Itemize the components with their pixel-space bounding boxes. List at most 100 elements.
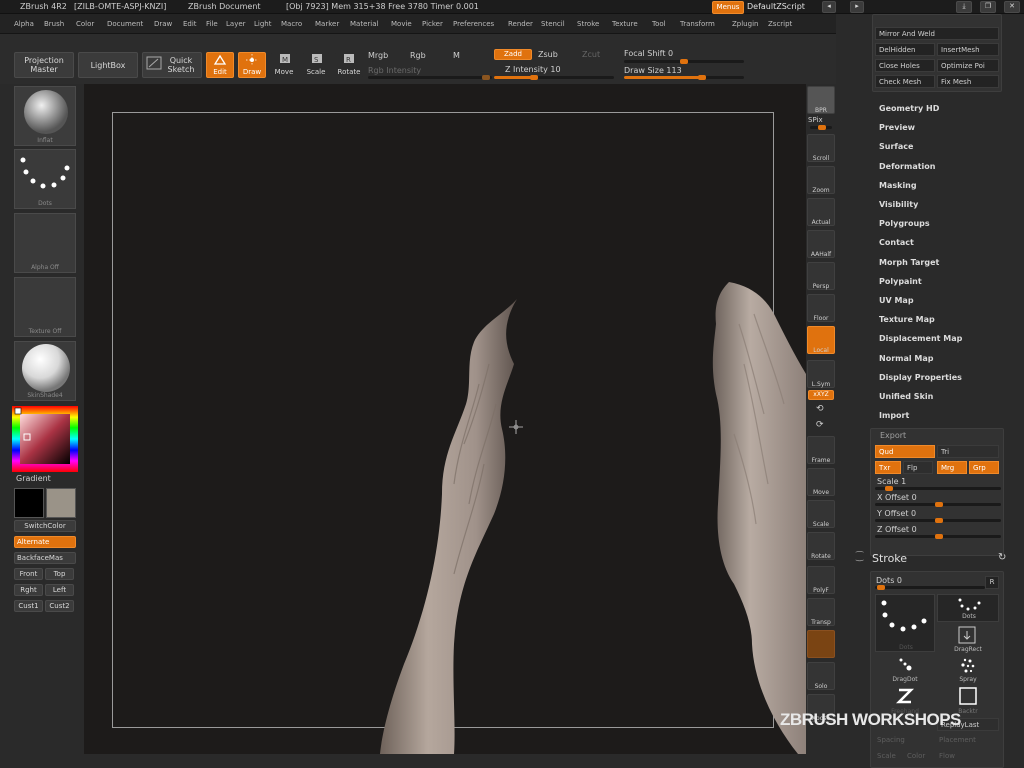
lsym-button[interactable]: L.Sym <box>807 360 835 388</box>
bpr-button[interactable]: BPR <box>807 86 835 114</box>
z-intensity-track[interactable] <box>494 75 614 80</box>
rgb-button[interactable]: Rgb <box>410 51 426 60</box>
dragrect-stroke-button[interactable]: DragRect <box>937 626 999 653</box>
rotate-z-icon[interactable]: ⟳ <box>816 420 824 430</box>
menu-layer[interactable]: Layer <box>226 20 246 28</box>
menu-brush[interactable]: Brush <box>44 20 64 28</box>
menu-tool[interactable]: Tool <box>652 20 666 28</box>
spix-track[interactable] <box>810 125 832 130</box>
menu-color[interactable]: Color <box>76 20 94 28</box>
menu-edit[interactable]: Edit <box>183 20 197 28</box>
ghost-button[interactable] <box>807 630 835 658</box>
menu-alpha[interactable]: Alpha <box>14 20 34 28</box>
tool-menu-geometry-hd[interactable]: Geometry HD <box>879 104 939 113</box>
polyf-button[interactable]: PolyF <box>807 566 835 594</box>
dots-track[interactable] <box>875 585 985 590</box>
persp-button[interactable]: Persp <box>807 262 835 290</box>
scale-view-button[interactable]: Scale <box>807 500 835 528</box>
main-color-swatch[interactable] <box>14 488 44 518</box>
dots-stroke-large[interactable]: Dots <box>875 594 935 652</box>
tool-menu-visibility[interactable]: Visibility <box>879 200 918 209</box>
spacing-slider[interactable]: Spacing <box>877 736 905 744</box>
menu-light[interactable]: Light <box>254 20 271 28</box>
z-offset-track[interactable] <box>875 534 1001 539</box>
x-offset-slider[interactable]: X Offset 0 <box>877 493 917 502</box>
restore-icon[interactable]: ❐ <box>980 1 996 13</box>
xyz-symmetry-button[interactable]: xXYZ <box>808 390 834 400</box>
tool-menu-masking[interactable]: Masking <box>879 181 917 190</box>
alternate-button[interactable]: Alternate <box>14 536 76 548</box>
floor-button[interactable]: Floor <box>807 294 835 322</box>
right-view-button[interactable]: Rght <box>14 584 43 596</box>
y-offset-track[interactable] <box>875 518 1001 523</box>
rotate-y-icon[interactable]: ⟲ <box>816 404 824 414</box>
fix-mesh-button[interactable]: Fix Mesh <box>937 75 999 88</box>
qud-button[interactable]: Qud <box>875 445 935 458</box>
hide-icon[interactable]: ⤓ <box>956 1 972 13</box>
default-zscript-button[interactable]: DefaultZScript <box>747 2 805 11</box>
brush-thumbnail[interactable]: Inflat <box>14 86 76 146</box>
tool-menu-morph-target[interactable]: Morph Target <box>879 258 939 267</box>
tool-menu-preview[interactable]: Preview <box>879 123 915 132</box>
mrg-button[interactable]: Mrg <box>937 461 967 474</box>
dots-stroke-small[interactable]: Dots <box>937 594 999 622</box>
check-mesh-button[interactable]: Check Mesh <box>875 75 935 88</box>
aahalf-button[interactable]: AAHalf <box>807 230 835 258</box>
flp-button[interactable]: Flp <box>903 461 933 474</box>
zcut-button[interactable]: Zcut <box>582 50 600 59</box>
switch-color-button[interactable]: SwitchColor <box>14 520 76 532</box>
menus-button[interactable]: Menus <box>712 1 744 14</box>
placement-slider[interactable]: Placement <box>939 736 976 744</box>
menu-render[interactable]: Render <box>508 20 533 28</box>
menu-preferences[interactable]: Preferences <box>453 20 494 28</box>
stroke-palette-title[interactable]: Stroke <box>872 552 907 565</box>
menu-movie[interactable]: Movie <box>391 20 412 28</box>
tool-menu-texture-map[interactable]: Texture Map <box>879 315 935 324</box>
rotate-view-button[interactable]: Rotate <box>807 532 835 560</box>
custom1-view-button[interactable]: Cust1 <box>14 600 43 612</box>
dragdot-stroke-button[interactable]: DragDot <box>875 656 935 683</box>
move-view-button[interactable]: Move <box>807 468 835 496</box>
secondary-color-swatch[interactable] <box>46 488 76 518</box>
alpha-thumbnail[interactable]: Alpha Off <box>14 213 76 273</box>
mirror-and-weld-button[interactable]: Mirror And Weld <box>875 27 999 40</box>
menu-picker[interactable]: Picker <box>422 20 443 28</box>
spray-stroke-button[interactable]: Spray <box>937 656 999 683</box>
focal-shift-track[interactable] <box>624 59 744 64</box>
menu-stencil[interactable]: Stencil <box>541 20 565 28</box>
local-button[interactable]: Local <box>807 326 835 354</box>
tool-menu-polypaint[interactable]: Polypaint <box>879 277 922 286</box>
tool-menu-unified-skin[interactable]: Unified Skin <box>879 392 933 401</box>
spix-slider[interactable]: SPix <box>808 116 823 124</box>
transp-button[interactable]: Transp <box>807 598 835 626</box>
sculpt-model[interactable] <box>84 84 806 754</box>
menu-document[interactable]: Document <box>107 20 143 28</box>
backface-mask-button[interactable]: BackfaceMas <box>14 552 76 564</box>
menu-macro[interactable]: Macro <box>281 20 302 28</box>
stroke-scale-slider[interactable]: Scale <box>877 752 896 760</box>
zoom-button[interactable]: Zoom <box>807 166 835 194</box>
m-button[interactable]: M <box>453 51 460 60</box>
export-scale-slider[interactable]: Scale 1 <box>877 477 906 486</box>
refresh-icon[interactable]: ↻ <box>998 552 1006 563</box>
tool-menu-normal-map[interactable]: Normal Map <box>879 354 933 363</box>
front-view-button[interactable]: Front <box>14 568 43 580</box>
dots-slider[interactable]: Dots 0 <box>876 576 902 585</box>
arrow-left-icon[interactable]: ◂ <box>822 1 836 13</box>
z-offset-slider[interactable]: Z Offset 0 <box>877 525 917 534</box>
menu-zplugin[interactable]: Zplugin <box>732 20 758 28</box>
export-title[interactable]: Export <box>880 431 906 440</box>
y-offset-slider[interactable]: Y Offset 0 <box>877 509 916 518</box>
r-button[interactable]: R <box>985 576 999 589</box>
tool-menu-import[interactable]: Import <box>879 411 909 420</box>
export-scale-track[interactable] <box>875 486 1001 491</box>
menu-marker[interactable]: Marker <box>315 20 339 28</box>
menu-stroke[interactable]: Stroke <box>577 20 599 28</box>
rgb-intensity-slider[interactable]: Rgb Intensity <box>368 66 421 75</box>
material-thumbnail[interactable]: SkinShade4 <box>14 341 76 401</box>
insertmesh-button[interactable]: InsertMesh <box>937 43 999 56</box>
top-view-button[interactable]: Top <box>45 568 74 580</box>
scroll-button[interactable]: Scroll <box>807 134 835 162</box>
draw-size-slider[interactable]: Draw Size 113 <box>624 66 682 75</box>
delhidden-button[interactable]: DelHidden <box>875 43 935 56</box>
